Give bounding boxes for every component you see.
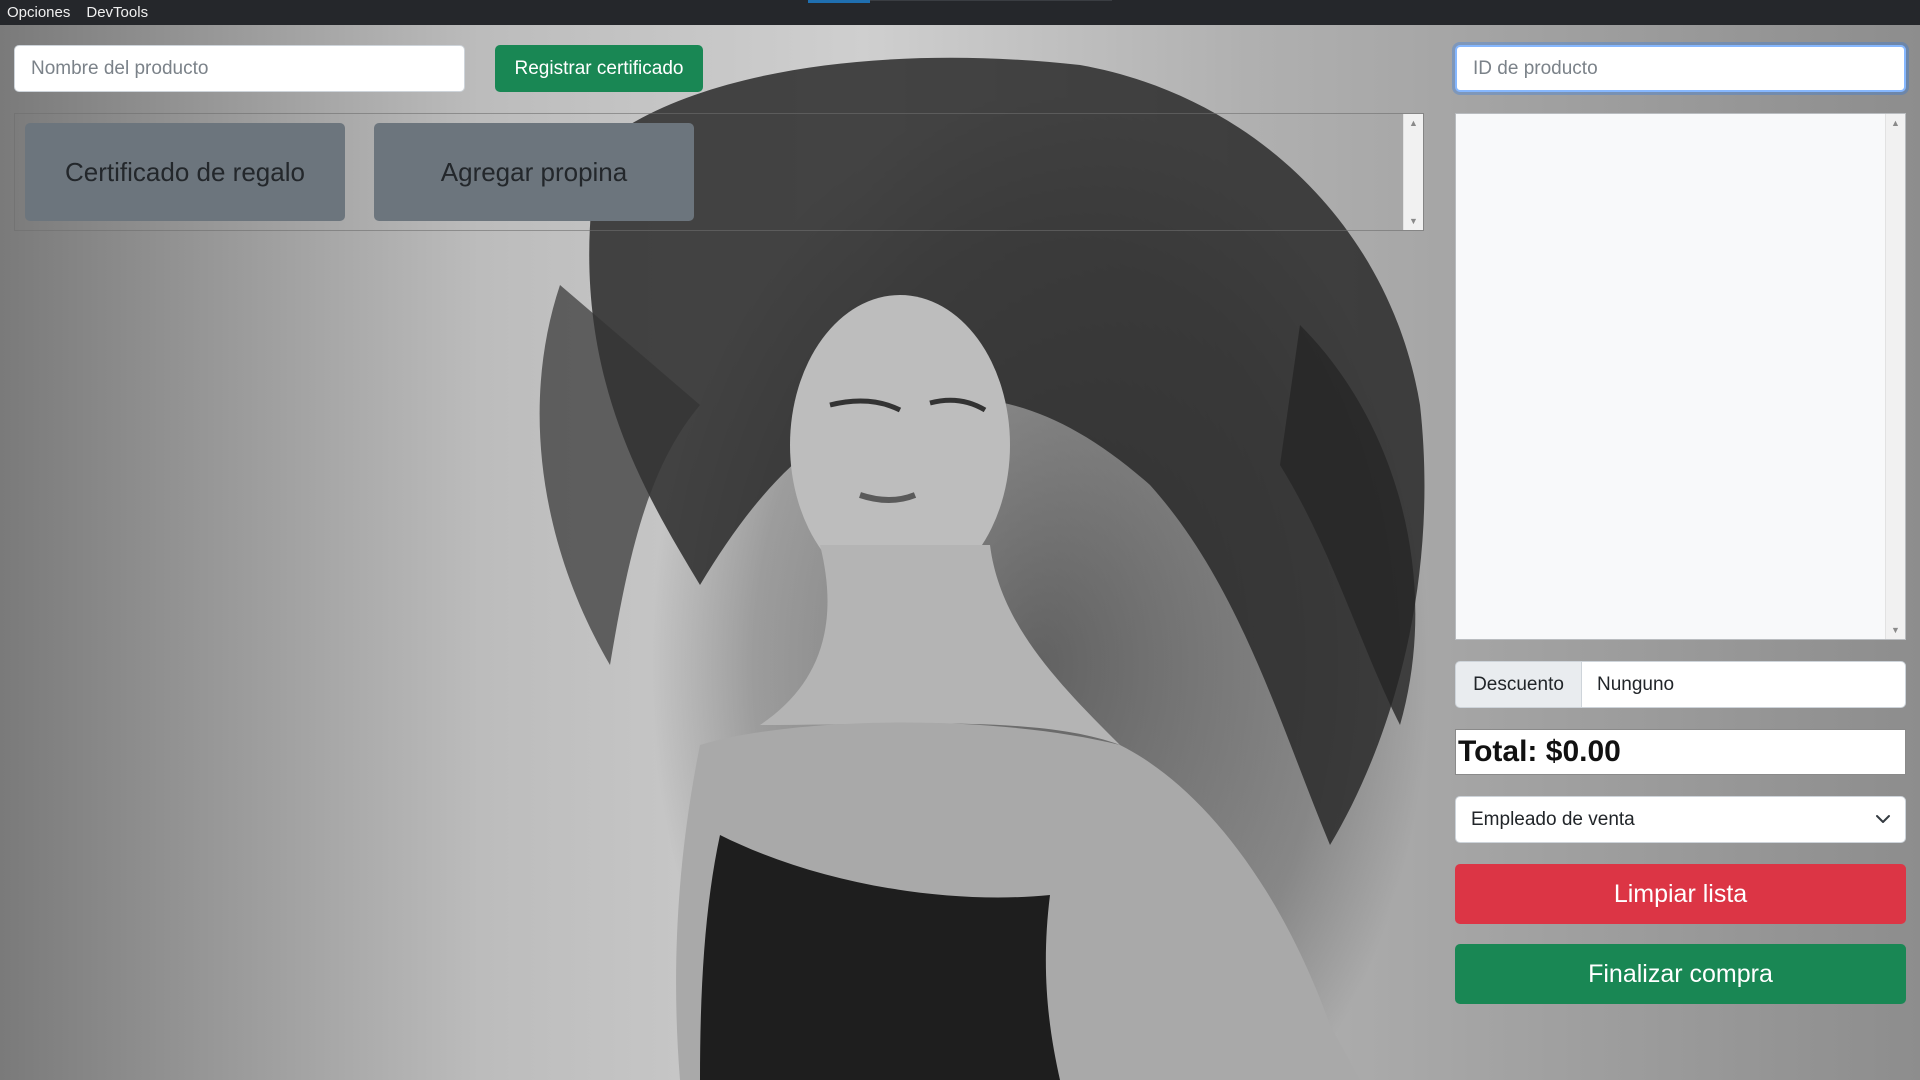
menu-bar: Opciones DevTools [0,0,1920,25]
scroll-down-arrow-icon[interactable]: ▼ [1404,212,1423,230]
scroll-up-arrow-icon[interactable]: ▲ [1404,114,1423,132]
total-display: Total: $0.00 [1455,729,1906,775]
gift-certificate-tile[interactable]: Certificado de regalo [25,123,345,221]
tab-divider [870,0,1112,1]
discount-group: Descuento Nunguno [1455,661,1906,708]
active-tab-indicator [808,0,870,3]
scroll-up-arrow-icon[interactable]: ▲ [1886,114,1905,132]
discount-label: Descuento [1455,661,1582,708]
employee-select[interactable]: Empleado de venta [1455,796,1906,843]
employee-select-value: Empleado de venta [1471,808,1635,830]
chevron-down-icon [1876,815,1890,823]
product-id-input[interactable] [1455,45,1906,92]
quick-items-scrollbar[interactable]: ▲ ▼ [1403,114,1423,230]
cart-scrollbar[interactable]: ▲ ▼ [1885,114,1905,639]
discount-field[interactable]: Nunguno [1582,661,1906,708]
cart-list[interactable] [1455,113,1906,640]
add-tip-tile[interactable]: Agregar propina [374,123,694,221]
menu-devtools[interactable]: DevTools [78,0,156,25]
clear-list-button[interactable]: Limpiar lista [1455,864,1906,924]
product-name-input[interactable] [14,45,465,92]
checkout-button[interactable]: Finalizar compra [1455,944,1906,1004]
scroll-down-arrow-icon[interactable]: ▼ [1886,621,1905,639]
register-certificate-button[interactable]: Registrar certificado [495,45,703,92]
menu-opciones[interactable]: Opciones [0,0,78,25]
